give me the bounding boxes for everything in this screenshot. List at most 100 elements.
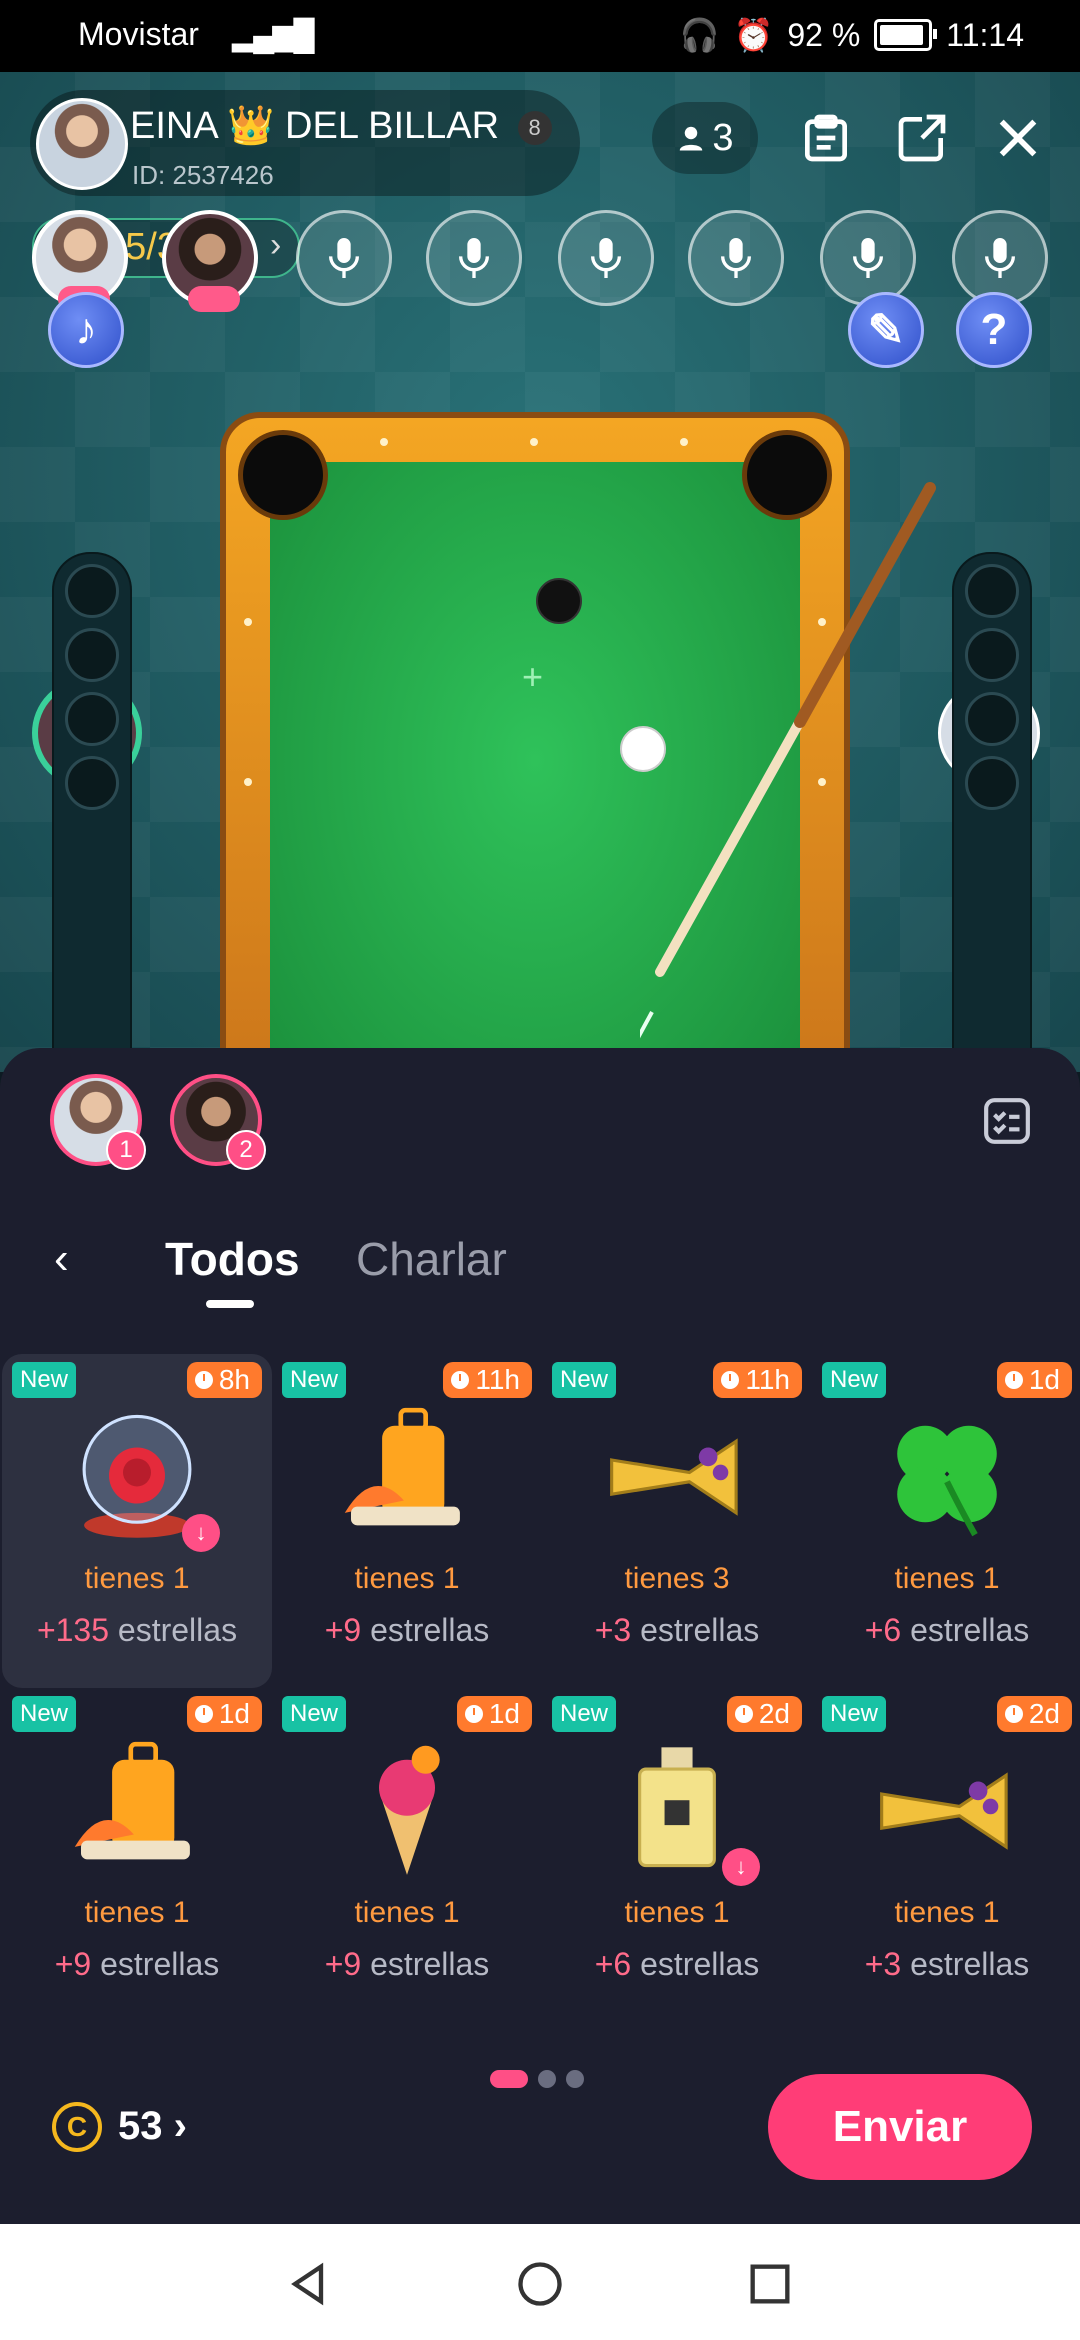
clock-icon xyxy=(1004,1705,1023,1723)
seat-empty[interactable] xyxy=(558,210,654,306)
gift-item[interactable]: New 11h tienes 3 +3 estrellas xyxy=(542,1354,812,1688)
signal-icon: ▂▄▆█ xyxy=(232,19,315,52)
suitcase-gift-icon xyxy=(327,1404,487,1544)
room-info[interactable]: EINA 👑 DEL BILLAR 8 ID: 2537426 xyxy=(30,90,580,196)
battery-percent: 92 % xyxy=(787,16,861,53)
expiry-badge: 8h xyxy=(186,1362,262,1398)
coin-icon: C xyxy=(52,2102,102,2152)
room-owner-avatar[interactable] xyxy=(36,98,128,190)
gift-item[interactable]: New 1d tienes 1 +6 estrellas xyxy=(812,1354,1080,1688)
status-bar: Movistar ▂▄▆█ 🎧 ⏰ 92 % 11:14 xyxy=(0,0,1080,72)
gift-stars: +3 estrellas xyxy=(812,1946,1080,1983)
clock-icon xyxy=(1004,1371,1023,1389)
expiry-badge: 1d xyxy=(456,1696,532,1732)
eight-ball-icon: 8 xyxy=(517,110,552,145)
seat-empty[interactable] xyxy=(426,210,522,306)
eight-ball xyxy=(536,578,582,624)
gift-stars: +9 estrellas xyxy=(272,1612,542,1649)
navigation-bar xyxy=(0,2224,1080,2340)
gift-owned-count: tienes 1 xyxy=(894,1562,1000,1595)
trumpet-gift-icon xyxy=(597,1404,757,1544)
expiry-time: 2d xyxy=(1028,1698,1060,1729)
new-badge: New xyxy=(12,1362,77,1398)
help-icon[interactable]: ? xyxy=(956,292,1032,368)
seat-empty[interactable] xyxy=(688,210,784,306)
user-icon xyxy=(680,126,703,151)
clock-icon xyxy=(194,1705,213,1723)
gift-owned-count: tienes 1 xyxy=(84,1562,190,1595)
stars-value: +9 xyxy=(54,1946,92,1982)
new-badge: New xyxy=(822,1696,887,1732)
gift-item[interactable]: New 2d ↓ tienes 1 +6 estrellas xyxy=(542,1688,812,2022)
stars-value: +9 xyxy=(324,1612,362,1648)
send-button[interactable]: Enviar xyxy=(768,2074,1032,2180)
clipboard-icon[interactable] xyxy=(798,110,854,166)
page-dot[interactable] xyxy=(566,2070,584,2088)
page-dot-active[interactable] xyxy=(490,2070,528,2088)
chevron-right-icon: › xyxy=(270,226,282,264)
headphones-icon: 🎧 xyxy=(679,17,720,53)
seat-empty[interactable] xyxy=(820,210,916,306)
microphone-icon xyxy=(591,238,621,278)
pocket xyxy=(238,430,328,520)
gift-stars: +135 estrellas xyxy=(2,1612,272,1649)
home-nav-icon[interactable] xyxy=(514,2258,566,2310)
new-badge: New xyxy=(282,1696,347,1732)
edit-icon[interactable]: ✎ xyxy=(848,292,924,368)
stars-label: estrellas xyxy=(631,1946,760,1982)
expiry-time: 1d xyxy=(488,1698,520,1729)
seat-empty[interactable] xyxy=(296,210,392,306)
gift-owned-count: tienes 1 xyxy=(354,1896,460,1929)
gamepad-icon xyxy=(188,286,240,312)
pool-cue[interactable] xyxy=(640,482,940,1072)
coin-balance[interactable]: 53 › xyxy=(118,2104,187,2149)
trumpet-gift-icon xyxy=(867,1738,1027,1878)
tab-charlar[interactable]: Charlar xyxy=(356,1232,507,1286)
alarm-icon: ⏰ xyxy=(733,17,774,53)
gift-item[interactable]: New 2d tienes 1 +3 estrellas xyxy=(812,1688,1080,2022)
gift-item[interactable]: New 1d tienes 1 +9 estrellas xyxy=(272,1688,542,2022)
back-nav-icon[interactable] xyxy=(282,2258,334,2310)
seat-player-2[interactable] xyxy=(162,210,258,312)
gift-item[interactable]: New 1d tienes 1 +9 estrellas xyxy=(2,1688,272,2022)
battery-icon xyxy=(874,19,938,51)
gift-panel: 1 2 ‹ Todos Charlar New 8h ↓ tienes 1 +135 e… xyxy=(0,1048,1080,2224)
gift-item[interactable]: New 11h tienes 1 +9 estrellas xyxy=(272,1354,542,1688)
new-badge: New xyxy=(282,1362,347,1398)
gift-owned-count: tienes 3 xyxy=(624,1562,730,1595)
expiry-time: 8h xyxy=(218,1364,250,1395)
expiry-badge: 2d xyxy=(726,1696,802,1732)
gift-item[interactable]: New 8h ↓ tienes 1 +135 estrellas xyxy=(2,1354,272,1688)
back-icon[interactable]: ‹ xyxy=(54,1234,69,1284)
expiry-time: 1d xyxy=(1028,1364,1060,1395)
ball-rail-left xyxy=(52,552,132,1072)
new-badge: New xyxy=(552,1362,617,1398)
icecream-gift-icon xyxy=(327,1738,487,1878)
room-users-button[interactable]: 3 xyxy=(652,102,758,174)
stars-label: estrellas xyxy=(631,1612,760,1648)
expiry-time: 2d xyxy=(758,1698,790,1729)
recipient-avatar-1[interactable]: 1 xyxy=(50,1074,146,1170)
stars-label: estrellas xyxy=(109,1612,238,1648)
recipient-avatar-2[interactable]: 2 xyxy=(170,1074,266,1170)
music-note-icon[interactable]: ♪ xyxy=(48,292,124,368)
page-indicator xyxy=(490,2070,584,2088)
stars-label: estrellas xyxy=(901,1612,1030,1648)
checklist-icon[interactable] xyxy=(982,1096,1032,1146)
recents-nav-icon[interactable] xyxy=(744,2258,796,2310)
clock-icon xyxy=(734,1705,753,1723)
tab-todos[interactable]: Todos xyxy=(165,1232,300,1286)
clover-gift-icon xyxy=(867,1404,1027,1544)
stars-value: +135 xyxy=(36,1612,110,1648)
gift-owned-count: tienes 1 xyxy=(354,1562,460,1595)
page-dot[interactable] xyxy=(538,2070,556,2088)
close-icon[interactable] xyxy=(990,110,1046,166)
stars-value: +6 xyxy=(594,1946,632,1982)
expiry-badge: 11h xyxy=(713,1362,802,1398)
gift-stars: +6 estrellas xyxy=(542,1946,812,1983)
expiry-time: 11h xyxy=(745,1364,790,1395)
gift-stars: +9 estrellas xyxy=(272,1946,542,1983)
share-icon[interactable] xyxy=(894,110,950,166)
aim-cross-icon: + xyxy=(522,656,544,697)
microphone-icon xyxy=(329,238,359,278)
